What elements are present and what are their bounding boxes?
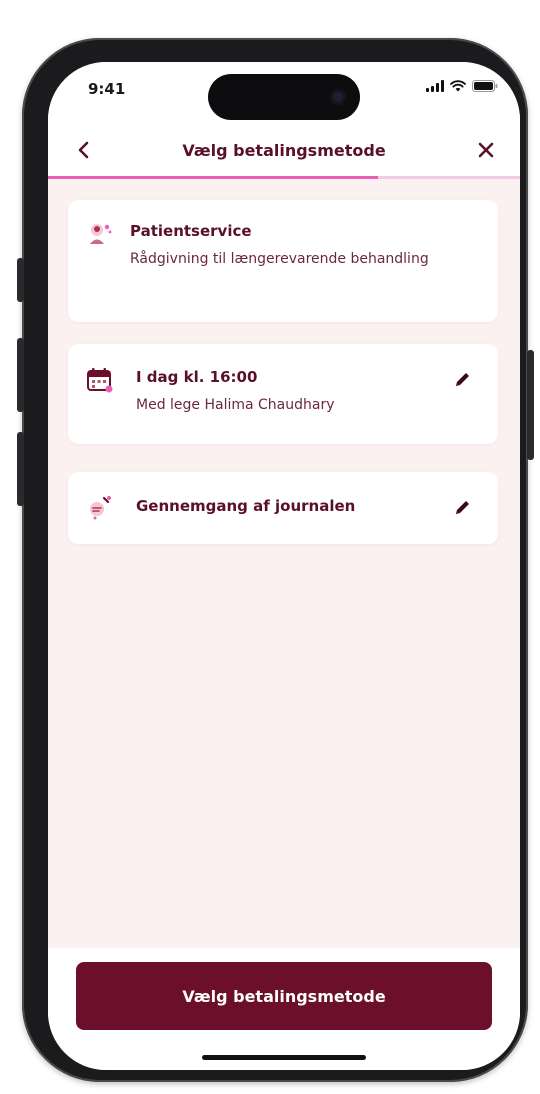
appointment-time: I dag kl. 16:00 (136, 368, 258, 386)
navigation-bar: Vælg betalingsmetode (48, 126, 520, 176)
power-button (527, 350, 534, 460)
appointment-card[interactable]: I dag kl. 16:00 Med lege Halima Chaudhar… (68, 344, 498, 444)
service-subtitle: Rådgivning til længerevarende behandling (130, 251, 429, 267)
service-card[interactable]: Patientservice Rådgivning til længerevar… (68, 200, 498, 322)
battery-icon (472, 80, 498, 92)
status-time: 9:41 (88, 80, 126, 98)
dynamic-island (208, 74, 360, 120)
volume-up-button (17, 338, 24, 412)
wifi-icon (450, 80, 466, 92)
signal-icon (426, 80, 444, 92)
status-icons (426, 80, 498, 92)
page-title: Vælg betalingsmetode (182, 141, 386, 160)
calendar-icon (87, 368, 113, 393)
status-bar: 9:41 (48, 62, 520, 126)
close-button[interactable] (472, 136, 500, 164)
topic-card[interactable]: Gennemgang af journalen (68, 472, 498, 544)
edit-appointment-button[interactable] (452, 368, 474, 390)
choose-payment-method-button[interactable]: Vælg betalingsmetode (76, 962, 492, 1030)
progress-bar-fill (48, 176, 379, 179)
service-title: Patientservice (130, 222, 252, 240)
silent-switch (17, 258, 24, 302)
patient-service-icon (90, 224, 112, 244)
camera-icon (330, 89, 346, 105)
edit-topic-button[interactable] (452, 496, 474, 518)
appointment-doctor: Med lege Halima Chaudhary (136, 397, 335, 413)
bottom-action-bar: Vælg betalingsmetode (48, 948, 520, 1070)
progress-bar (48, 176, 520, 179)
volume-down-button (17, 432, 24, 506)
app-screen: 9:41 Vælg betalingsmetode Patientservice… (48, 62, 520, 1070)
topic-icon (90, 496, 111, 520)
home-indicator[interactable] (202, 1055, 366, 1060)
topic-title: Gennemgang af journalen (136, 497, 356, 515)
